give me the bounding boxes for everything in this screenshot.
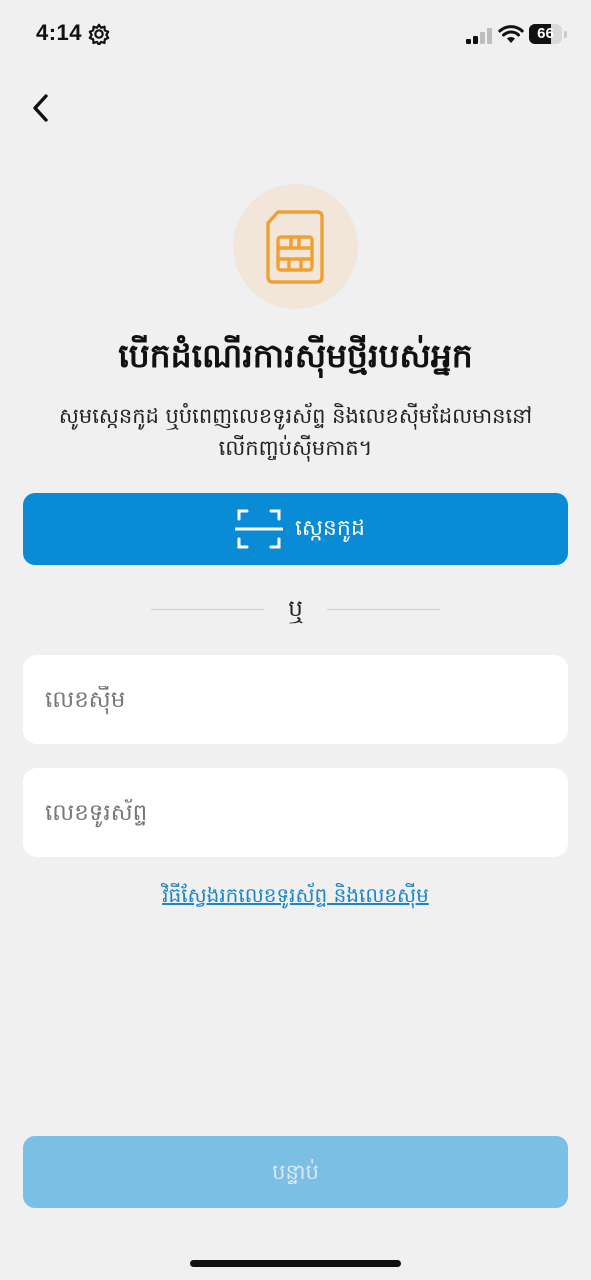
scan-code-label: ស្កេនកូដ bbox=[295, 516, 365, 541]
status-time: 4:14 bbox=[36, 20, 83, 45]
back-button[interactable] bbox=[24, 88, 64, 128]
scan-frame-icon bbox=[234, 507, 284, 551]
page-subtitle: សូមស្កេនកូដ ឬបំពេញលេខទូរស័ព្ទ និងលេខស៊ីម… bbox=[58, 404, 533, 460]
battery-indicator: 66 bbox=[529, 24, 567, 46]
phone-number-input[interactable] bbox=[23, 768, 568, 857]
next-button[interactable]: បន្ទាប់ bbox=[23, 1136, 568, 1208]
chevron-left-icon bbox=[33, 94, 48, 122]
divider-or-label: ឬ bbox=[288, 596, 303, 622]
battery-level: 66 bbox=[537, 25, 554, 42]
cellular-signal-icon bbox=[466, 28, 494, 44]
sim-number-card bbox=[23, 655, 568, 744]
wifi-icon bbox=[498, 24, 524, 44]
sim-illustration bbox=[233, 184, 358, 309]
sim-number-input[interactable] bbox=[23, 655, 568, 744]
gear-icon bbox=[88, 23, 110, 46]
home-indicator[interactable] bbox=[190, 1260, 401, 1267]
phone-number-card bbox=[23, 768, 568, 857]
scan-code-button[interactable]: ស្កេនកូដ bbox=[23, 493, 568, 565]
divider-line-right bbox=[327, 609, 440, 610]
status-bar: 4:14 66 bbox=[0, 0, 591, 70]
sim-card-icon bbox=[264, 209, 326, 285]
divider-line-left bbox=[151, 609, 264, 610]
page-title: បើកដំណើរការស៊ីមថ្មីរបស់អ្នក bbox=[118, 336, 473, 375]
find-numbers-help-link[interactable]: វិធីស្វែងរកលេខទូរស័ព្ទ និងលេខស៊ីម bbox=[0, 878, 591, 912]
